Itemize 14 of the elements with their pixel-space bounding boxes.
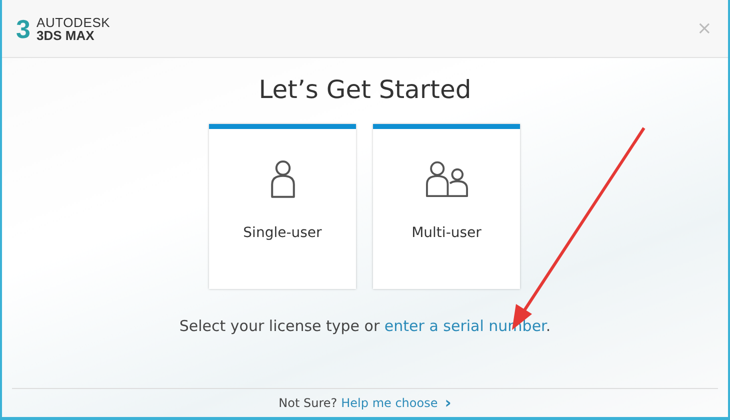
person-icon — [268, 159, 296, 199]
license-card[interactable]: Multi-user — [373, 124, 520, 289]
card-label: Single-user — [243, 225, 322, 241]
brand-name: AUTODESK — [36, 16, 110, 28]
close-button[interactable]: × — [694, 18, 714, 39]
card-label: Multi-user — [412, 225, 482, 241]
logo-mark: 3 — [16, 16, 30, 42]
page-title: Let’s Get Started — [258, 75, 472, 104]
help-link[interactable]: Help me choose — [341, 396, 438, 410]
not-sure-text: Not Sure? — [278, 396, 338, 410]
chevron-icon: › — [444, 395, 452, 411]
people-icon — [424, 159, 470, 199]
product-name: 3DS MAX — [36, 28, 96, 42]
license-card[interactable]: Single-user — [209, 124, 356, 289]
